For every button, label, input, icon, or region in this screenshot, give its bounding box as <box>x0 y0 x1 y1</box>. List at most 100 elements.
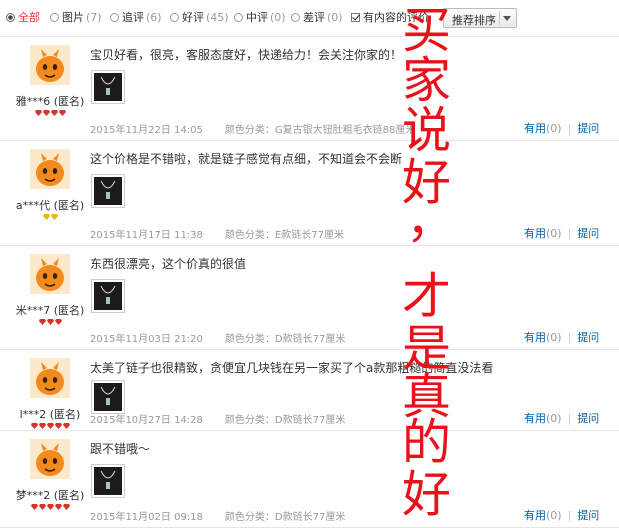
filter-positive[interactable]: 好评 (45) <box>170 11 229 25</box>
level-gem-icon <box>42 213 50 220</box>
ask-button[interactable]: 提问 <box>577 227 599 240</box>
user-level-icons <box>0 421 100 429</box>
comment-actions: 有用(0) | 提问 <box>524 412 600 425</box>
comment-row: a***代 (匿名) 这个价格是不错啦，就是链子感觉有点细，不知道会不会断 20… <box>0 141 619 246</box>
useful-count: (0) <box>546 227 562 240</box>
review-photo-thumbnail[interactable] <box>91 174 125 208</box>
comment-date: 2015年10月27日 14:28 <box>90 415 203 426</box>
level-gem-icon <box>54 503 62 510</box>
review-photo-thumbnail[interactable] <box>91 380 125 414</box>
username: 梦***2 (匿名) <box>15 489 85 502</box>
username: 雅***6 (匿名) <box>15 95 85 108</box>
level-gem-icon <box>50 109 58 116</box>
user-level-icons <box>0 317 100 325</box>
level-gem-icon <box>58 109 66 116</box>
avatar <box>30 254 70 294</box>
necklace-photo-icon <box>94 383 122 411</box>
level-gem-icon <box>46 422 54 429</box>
username: 米***7 (匿名) <box>15 304 85 317</box>
radio-selected-icon <box>6 13 15 22</box>
level-gem-icon <box>38 422 46 429</box>
comment-row: 雅***6 (匿名) 宝贝好看，很亮，客服态度好，快递给力！会关注你家的！ 20… <box>0 37 619 141</box>
sort-dropdown-button[interactable]: 推荐排序 <box>443 8 517 28</box>
user-level-icons <box>0 212 100 220</box>
user-level-icons <box>0 502 100 510</box>
useful-count: (0) <box>546 412 562 425</box>
ask-button[interactable]: 提问 <box>577 509 599 522</box>
level-gem-icon <box>46 318 54 325</box>
radio-icon <box>234 13 243 22</box>
radio-icon <box>291 13 300 22</box>
comment-date: 2015年11月17日 11:38 <box>90 230 203 241</box>
necklace-photo-icon <box>94 73 122 101</box>
radio-icon <box>50 13 59 22</box>
level-gem-icon <box>46 503 54 510</box>
necklace-photo-icon <box>94 282 122 310</box>
comment-date: 2015年11月02日 09:18 <box>90 512 203 523</box>
filter-followup[interactable]: 追评 (6) <box>110 11 162 25</box>
comment-row: l***2 (匿名) 太美了链子也很精致，贪便宜几块钱在另一家买了个a款那粗糙的… <box>0 350 619 431</box>
avatar <box>30 358 70 398</box>
level-gem-icon <box>38 503 46 510</box>
ask-button[interactable]: 提问 <box>577 122 599 135</box>
review-photo-thumbnail[interactable] <box>91 279 125 313</box>
comment-text: 这个价格是不错啦，就是链子感觉有点细，不知道会不会断 <box>90 152 403 166</box>
filter-images[interactable]: 图片 (7) <box>50 11 102 25</box>
username: l***2 (匿名) <box>19 408 81 421</box>
radio-icon <box>170 13 179 22</box>
comment-meta: 2015年11月22日 14:05 颜色分类：G复古银大钮肚粗毛衣链88厘米 <box>90 121 415 136</box>
avatar <box>30 45 70 85</box>
level-gem-icon <box>30 503 38 510</box>
useful-count: (0) <box>546 331 562 344</box>
comment-meta: 2015年11月17日 11:38 颜色分类：E款链长77厘米 <box>90 226 344 241</box>
level-gem-icon <box>38 318 46 325</box>
level-gem-icon <box>54 422 62 429</box>
avatar <box>30 149 70 189</box>
comment-text: 太美了链子也很精致，贪便宜几块钱在另一家买了个a款那粗糙的简直没法看 <box>90 361 494 375</box>
necklace-photo-icon <box>94 467 122 495</box>
comment-text: 宝贝好看，很亮，客服态度好，快递给力！会关注你家的！ <box>90 48 403 62</box>
review-photo-thumbnail[interactable] <box>91 70 125 104</box>
product-spec: 颜色分类：E款链长77厘米 <box>224 230 344 241</box>
comment-text: 跟不错哦～ <box>90 442 151 456</box>
avatar <box>30 439 70 479</box>
level-gem-icon <box>62 503 70 510</box>
comment-actions: 有用(0) | 提问 <box>524 122 600 135</box>
comment-meta: 2015年10月27日 14:28 颜色分类：D款链长77厘米 <box>90 411 345 426</box>
useful-count: (0) <box>546 122 562 135</box>
useful-button[interactable]: 有用 <box>524 509 546 522</box>
product-spec: 颜色分类：D款链长77厘米 <box>224 415 346 426</box>
comment-actions: 有用(0) | 提问 <box>524 331 600 344</box>
filter-negative[interactable]: 差评 (0) <box>291 11 343 25</box>
useful-button[interactable]: 有用 <box>524 331 546 344</box>
review-filter-bar: 全部 图片 (7) 追评 (6) 好评 (45) 中评 (0) 差评 (0) 有内容的评价… <box>0 0 619 37</box>
level-gem-icon <box>54 318 62 325</box>
comment-row: 梦***2 (匿名) 跟不错哦～ 2015年11月02日 09:18 颜色分类：D… <box>0 431 619 528</box>
product-spec: 颜色分类：D款链长77厘米 <box>224 334 346 345</box>
content-only-checkbox[interactable]: 有内容的评价 <box>351 11 429 25</box>
comment-row: 米***7 (匿名) 东西很漂亮，这个价真的很值 2015年11月03日 21:… <box>0 246 619 350</box>
username: a***代 (匿名) <box>15 199 85 212</box>
useful-button[interactable]: 有用 <box>524 412 546 425</box>
filter-all[interactable]: 全部 <box>6 11 40 25</box>
useful-count: (0) <box>546 509 562 522</box>
level-gem-icon <box>50 213 58 220</box>
level-gem-icon <box>42 109 50 116</box>
chevron-down-icon <box>503 16 511 21</box>
ask-button[interactable]: 提问 <box>577 331 599 344</box>
comment-meta: 2015年11月03日 21:20 颜色分类：D款链长77厘米 <box>90 330 345 345</box>
comment-actions: 有用(0) | 提问 <box>524 509 600 522</box>
filter-neutral[interactable]: 中评 (0) <box>234 11 286 25</box>
review-photo-thumbnail[interactable] <box>91 464 125 498</box>
comment-date: 2015年11月22日 14:05 <box>90 125 203 136</box>
product-spec: 颜色分类：G复古银大钮肚粗毛衣链88厘米 <box>224 125 416 136</box>
product-spec: 颜色分类：D款链长77厘米 <box>224 512 346 523</box>
ask-button[interactable]: 提问 <box>577 412 599 425</box>
level-gem-icon <box>30 422 38 429</box>
level-gem-icon <box>34 109 42 116</box>
comment-text: 东西很漂亮，这个价真的很值 <box>90 257 247 271</box>
user-level-icons <box>0 108 100 116</box>
radio-icon <box>110 13 119 22</box>
useful-button[interactable]: 有用 <box>524 122 546 135</box>
useful-button[interactable]: 有用 <box>524 227 546 240</box>
